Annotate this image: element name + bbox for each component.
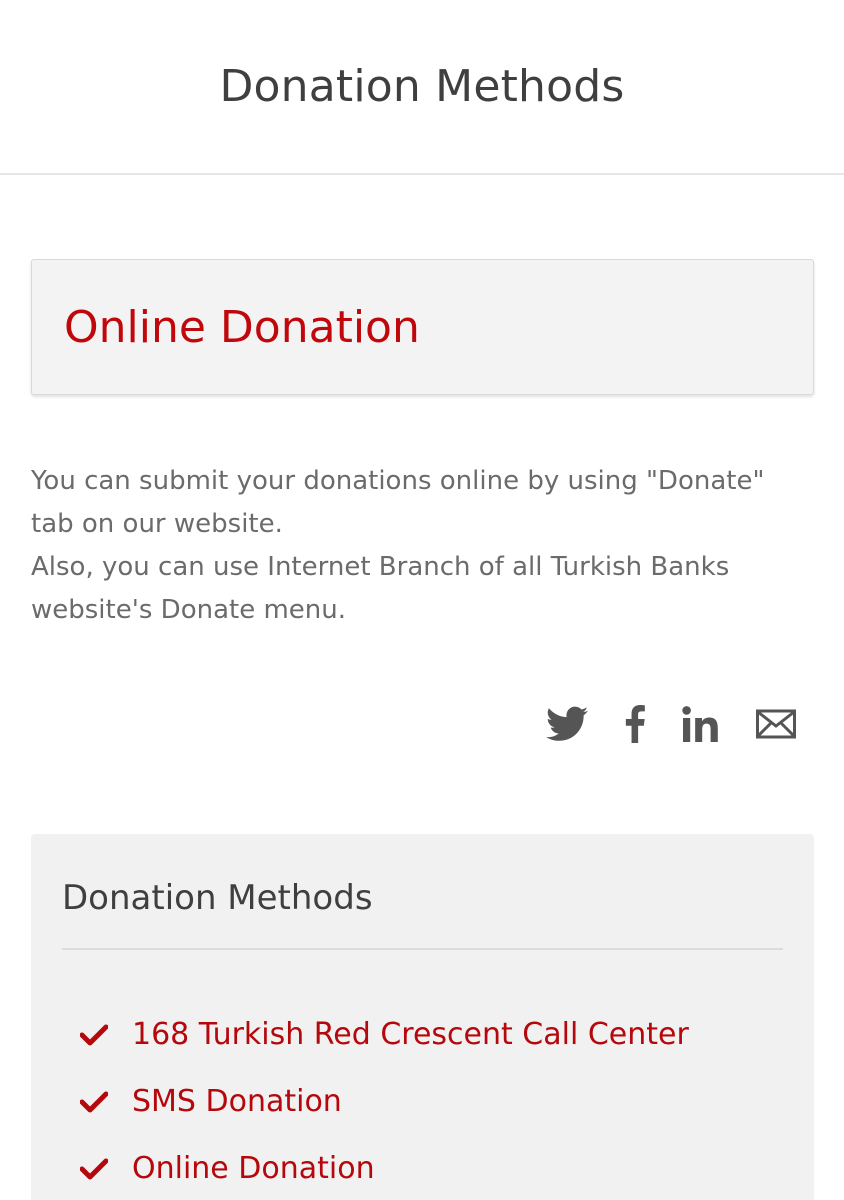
description-paragraph: Also, you can use Internet Branch of all… [31,552,730,625]
article-title-panel: Online Donation [31,259,814,395]
checkmark-icon [80,1158,108,1179]
list-item[interactable]: 168 Turkish Red Crescent Call Center [62,1001,783,1068]
donation-method-link[interactable]: SMS Donation [132,1084,342,1119]
donation-methods-panel: Donation Methods 168 Turkish Red Crescen… [31,834,814,1200]
checkmark-icon [80,1024,108,1045]
email-icon[interactable] [756,709,796,739]
page: Donation Methods Online Donation You can… [0,0,844,1200]
share-bar [546,705,796,743]
donation-methods-heading: Donation Methods [62,834,783,950]
donation-method-link[interactable]: Online Donation [132,1151,375,1186]
page-header: Donation Methods [0,0,844,175]
linkedin-icon[interactable] [682,706,720,742]
list-item[interactable]: SMS Donation [62,1068,783,1135]
facebook-icon[interactable] [624,705,646,743]
description-paragraph: You can submit your donations online by … [31,466,765,539]
article-title: Online Donation [64,301,420,353]
donation-method-link[interactable]: 168 Turkish Red Crescent Call Center [132,1017,689,1052]
twitter-icon[interactable] [546,706,588,742]
page-title: Donation Methods [219,61,625,112]
list-item[interactable]: Online Donation [62,1135,783,1200]
donation-methods-list: 168 Turkish Red Crescent Call Center SMS… [62,950,783,1200]
article-description: You can submit your donations online by … [31,460,814,632]
checkmark-icon [80,1091,108,1112]
